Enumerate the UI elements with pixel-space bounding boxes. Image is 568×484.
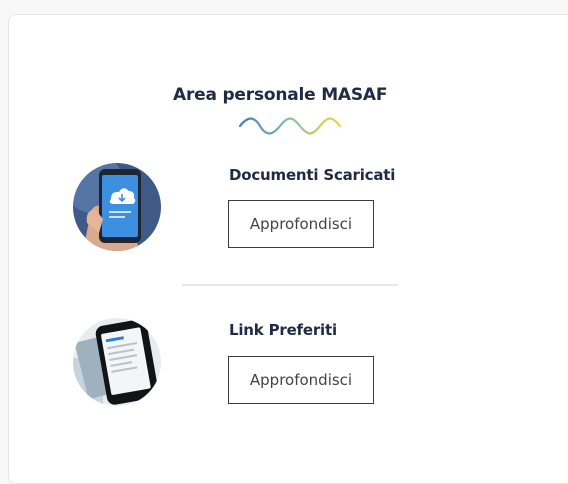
documents-learn-more-button[interactable]: Approfondisci xyxy=(228,200,374,248)
phone-cloud-icon xyxy=(73,163,161,251)
links-learn-more-button[interactable]: Approfondisci xyxy=(228,356,374,404)
item-title-links: Link Preferiti xyxy=(229,321,337,339)
card-title: Area personale MASAF xyxy=(173,85,388,105)
item-title-documents: Documenti Scaricati xyxy=(229,166,396,184)
documents-image xyxy=(73,163,161,251)
phone-list-icon xyxy=(73,318,161,406)
decorative-wave-icon xyxy=(238,117,342,135)
links-image xyxy=(73,318,161,406)
section-divider xyxy=(182,284,398,286)
